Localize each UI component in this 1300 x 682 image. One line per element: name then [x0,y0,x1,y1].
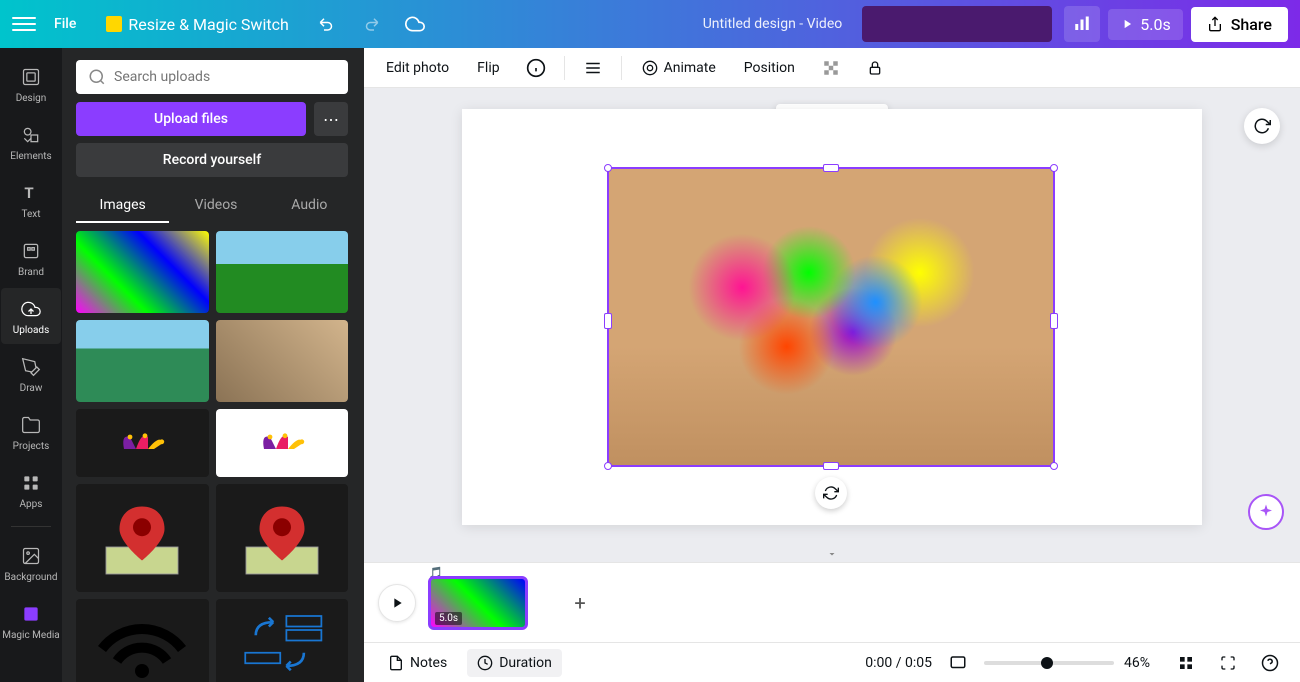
resize-handle-mt[interactable] [823,164,839,172]
edit-photo-button[interactable]: Edit photo [378,54,457,82]
search-field[interactable] [114,69,336,85]
resize-handle-ml[interactable] [604,313,612,329]
upload-thumb[interactable] [216,484,349,592]
file-menu[interactable]: File [44,10,86,38]
playback-time: 0:00 / 0:05 [865,655,932,671]
tab-images[interactable]: Images [76,189,169,223]
menu-button[interactable] [12,12,36,36]
upload-thumb[interactable] [216,409,349,477]
notes-button[interactable]: Notes [378,649,457,677]
upload-thumb[interactable] [76,599,209,682]
cloud-sync-icon[interactable] [397,6,433,42]
upload-thumb[interactable] [76,409,209,477]
rail-draw[interactable]: Draw [1,346,61,402]
canvas-page[interactable] [462,109,1202,525]
timeline-toggle[interactable] [364,546,1300,562]
clip-duration-label: 5.0s [435,612,462,625]
upload-more-button[interactable]: ⋯ [314,102,348,136]
rotate-button[interactable] [815,477,847,509]
resize-handle-tr[interactable] [1050,164,1058,172]
transparency-button[interactable] [815,52,847,84]
search-icon [88,68,106,86]
top-bar: File Resize & Magic Switch Untitled desi… [0,0,1300,48]
upload-thumb[interactable] [76,320,209,402]
resize-handle-mb[interactable] [823,462,839,470]
rail-design[interactable]: Design [1,56,61,112]
align-button[interactable] [577,52,609,84]
resize-handle-bl[interactable] [604,462,612,470]
position-button[interactable]: Position [736,54,803,82]
share-label: Share [1231,15,1272,34]
canvas-viewport[interactable]: ⋯ [364,88,1300,546]
timeline-play-button[interactable] [378,584,416,622]
record-yourself-button[interactable]: Record yourself [76,143,348,177]
rail-background[interactable]: Background [1,535,61,591]
collaborators-area[interactable] [862,6,1052,42]
zoom-thumb[interactable] [1041,657,1053,669]
view-mode-button[interactable] [942,647,974,679]
timeline: 🎵 5.0s + [364,562,1300,642]
zoom-slider[interactable] [984,661,1114,665]
svg-text:T: T [24,184,33,202]
zoom-level[interactable]: 46% [1124,655,1160,671]
tab-audio[interactable]: Audio [263,189,356,223]
rail-apps[interactable]: Apps [1,462,61,518]
upload-thumb[interactable] [216,320,349,402]
separator [621,56,622,80]
resize-handle-tl[interactable] [604,164,612,172]
rail-uploads[interactable]: Uploads [1,288,61,344]
bottom-bar: Notes Duration 0:00 / 0:05 46% [364,642,1300,682]
main-area: Design Elements TText Brand Uploads Draw… [0,48,1300,682]
search-uploads-input[interactable] [76,60,348,94]
uploads-panel: Upload files ⋯ Record yourself Images Vi… [62,48,364,682]
rail-brand[interactable]: Brand [1,230,61,286]
add-page-button[interactable]: + [540,576,620,630]
share-button[interactable]: Share [1191,7,1288,42]
resize-label: Resize & Magic Switch [128,15,288,34]
upload-thumb[interactable] [76,484,209,592]
timeline-clip[interactable]: 5.0s [428,576,528,630]
uploads-gallery [76,231,356,682]
side-rail: Design Elements TText Brand Uploads Draw… [0,48,62,682]
crown-icon [106,16,122,32]
play-preview-button[interactable]: 5.0s [1108,9,1182,40]
analytics-button[interactable] [1064,6,1100,42]
reset-view-button[interactable] [1244,108,1280,144]
document-title[interactable]: Untitled design - Video [691,10,855,38]
flip-button[interactable]: Flip [469,54,507,82]
redo-button[interactable] [353,6,389,42]
rail-elements[interactable]: Elements [1,114,61,170]
help-button[interactable] [1254,647,1286,679]
resize-handle-br[interactable] [1050,462,1058,470]
rail-projects[interactable]: Projects [1,404,61,460]
lock-button[interactable] [859,52,891,84]
play-time-label: 5.0s [1140,15,1170,34]
canvas-area: Edit photo Flip Animate Position ⋯ [364,48,1300,682]
rail-magic-media[interactable]: Magic Media [1,593,61,649]
grid-view-button[interactable] [1170,647,1202,679]
tab-videos[interactable]: Videos [169,189,262,223]
upload-files-button[interactable]: Upload files [76,102,306,136]
resize-handle-mr[interactable] [1050,313,1058,329]
upload-thumb[interactable] [76,231,209,313]
animate-button[interactable]: Animate [634,54,724,82]
undo-button[interactable] [309,6,345,42]
rail-divider [11,526,51,527]
upload-thumb[interactable] [216,231,349,313]
upload-tabs: Images Videos Audio [76,189,356,223]
upload-thumb[interactable] [216,599,349,682]
ai-assistant-button[interactable] [1248,494,1284,530]
info-button[interactable] [520,52,552,84]
image-content [609,169,1053,465]
duration-button[interactable]: Duration [467,649,562,677]
selected-image[interactable] [607,167,1055,467]
fullscreen-button[interactable] [1212,647,1244,679]
separator [564,56,565,80]
rail-text[interactable]: TText [1,172,61,228]
context-toolbar: Edit photo Flip Animate Position [364,48,1300,88]
resize-magic-switch-button[interactable]: Resize & Magic Switch [94,9,300,40]
